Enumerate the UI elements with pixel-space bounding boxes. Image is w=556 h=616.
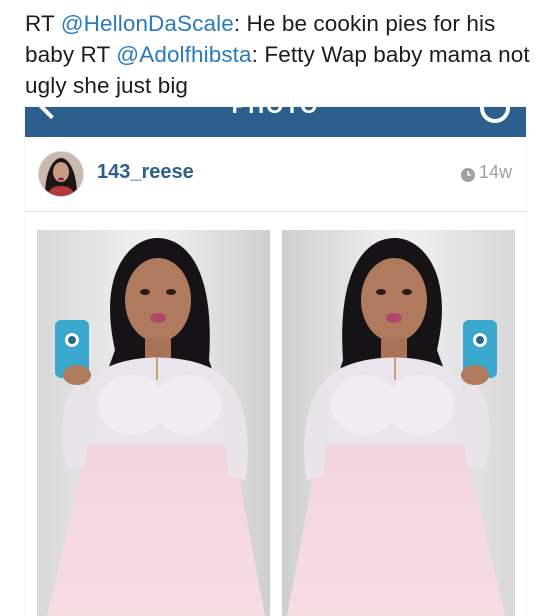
- post-header: 143_reese 14w: [25, 137, 526, 212]
- time-ago-label: 14w: [478, 162, 512, 182]
- mention-hellondascale[interactable]: @HellonDaScale: [61, 11, 234, 36]
- tweet-text: RT @HellonDaScale: He be cookin pies for…: [25, 8, 545, 101]
- post-photo-right: [282, 230, 515, 616]
- post-photo-left: [37, 230, 270, 616]
- mention-adolfhibsta[interactable]: @Adolfhibsta: [116, 42, 251, 67]
- clock-icon: [460, 166, 475, 182]
- instagram-screenshot: PHOTO 143_reese 14w: [25, 107, 526, 616]
- post-time: 14w: [460, 162, 512, 183]
- refresh-icon[interactable]: [480, 107, 510, 123]
- rt-label: RT: [25, 11, 61, 36]
- instagram-top-bar: PHOTO: [25, 107, 526, 137]
- username[interactable]: 143_reese: [97, 161, 194, 184]
- avatar[interactable]: [38, 151, 84, 197]
- bar-title: PHOTO: [25, 107, 526, 119]
